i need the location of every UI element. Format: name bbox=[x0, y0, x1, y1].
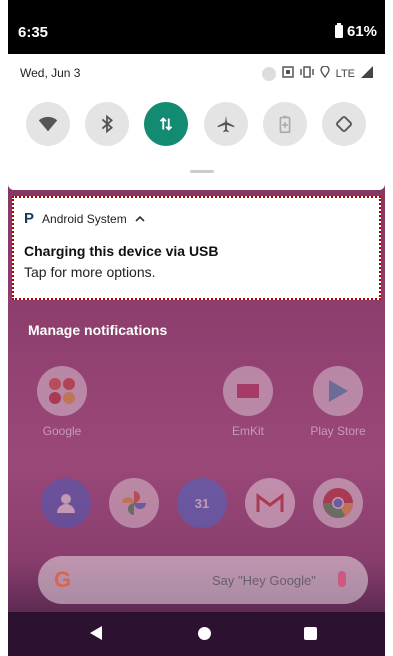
contacts-icon bbox=[41, 478, 91, 528]
location-icon bbox=[319, 65, 330, 81]
airplane-tile[interactable] bbox=[203, 102, 248, 146]
status-bar: 6:35 61% bbox=[8, 0, 385, 54]
mobile-data-tile[interactable] bbox=[144, 102, 189, 146]
google-folder-icon bbox=[37, 366, 87, 416]
search-hint: Say "Hey Google" bbox=[212, 573, 316, 588]
back-icon[interactable] bbox=[90, 626, 102, 640]
manage-notifications-link[interactable]: Manage notifications bbox=[28, 322, 167, 338]
battery-percent: 61% bbox=[346, 23, 377, 40]
airplane-icon bbox=[217, 115, 234, 133]
google-g-icon: G bbox=[54, 567, 72, 592]
play-store-icon bbox=[313, 366, 363, 416]
app-emkit: EmKit bbox=[208, 366, 288, 438]
vibrate-icon bbox=[299, 66, 314, 81]
google-search-bar: G Say "Hey Google" bbox=[38, 556, 368, 604]
battery-saver-icon bbox=[279, 115, 291, 134]
android-system-icon: P bbox=[24, 210, 35, 227]
network-type: LTE bbox=[335, 67, 355, 80]
drag-handle[interactable] bbox=[190, 170, 214, 173]
gmail-icon bbox=[245, 478, 295, 528]
auto-rotate-tile[interactable] bbox=[321, 102, 366, 146]
signal-icon bbox=[361, 66, 373, 81]
emkit-icon bbox=[223, 366, 273, 416]
expand-chevron-icon[interactable] bbox=[135, 212, 145, 226]
battery-saver-tile[interactable] bbox=[262, 102, 307, 146]
notification-text: Tap for more options. bbox=[24, 264, 156, 280]
qs-indicators: LTE bbox=[261, 65, 373, 81]
app-play-store: Play Store bbox=[298, 366, 378, 438]
phone-screen: 6:35 61% Wed, Jun 3 LTE P Android System… bbox=[8, 0, 385, 656]
auto-rotate-icon bbox=[336, 116, 352, 132]
bluetooth-tile[interactable] bbox=[85, 102, 130, 146]
quick-settings-panel: Wed, Jun 3 LTE bbox=[8, 54, 385, 190]
calendar-icon: 31 bbox=[177, 478, 227, 528]
wifi-icon bbox=[38, 116, 58, 132]
status-right: 61% bbox=[334, 23, 377, 40]
nfc-icon bbox=[281, 66, 294, 81]
battery-icon bbox=[334, 23, 343, 38]
notification-title: Charging this device via USB bbox=[24, 243, 219, 259]
usb-notification[interactable]: P Android System Charging this device vi… bbox=[12, 196, 381, 300]
recents-icon[interactable] bbox=[304, 627, 317, 640]
app-google: Google bbox=[22, 366, 102, 438]
notification-header: P Android System bbox=[24, 210, 145, 227]
mobile-data-icon bbox=[160, 117, 173, 131]
qs-date[interactable]: Wed, Jun 3 bbox=[20, 66, 80, 80]
qs-header: Wed, Jun 3 LTE bbox=[20, 65, 373, 82]
quick-tiles bbox=[26, 102, 366, 146]
chrome-icon bbox=[313, 478, 363, 528]
app-label: EmKit bbox=[231, 424, 264, 438]
calendar-day: 31 bbox=[194, 495, 210, 511]
circle-indicator-icon bbox=[261, 66, 276, 81]
bluetooth-icon bbox=[101, 114, 114, 134]
app-label: Play Store bbox=[310, 424, 366, 438]
photos-icon bbox=[109, 478, 159, 528]
notification-app-name: Android System bbox=[42, 211, 127, 226]
wifi-tile[interactable] bbox=[26, 102, 70, 146]
home-icon[interactable] bbox=[198, 627, 211, 640]
status-time: 6:35 bbox=[18, 24, 49, 41]
mic-icon bbox=[338, 571, 346, 587]
navigation-bar bbox=[8, 612, 385, 656]
app-label: Google bbox=[42, 424, 82, 438]
